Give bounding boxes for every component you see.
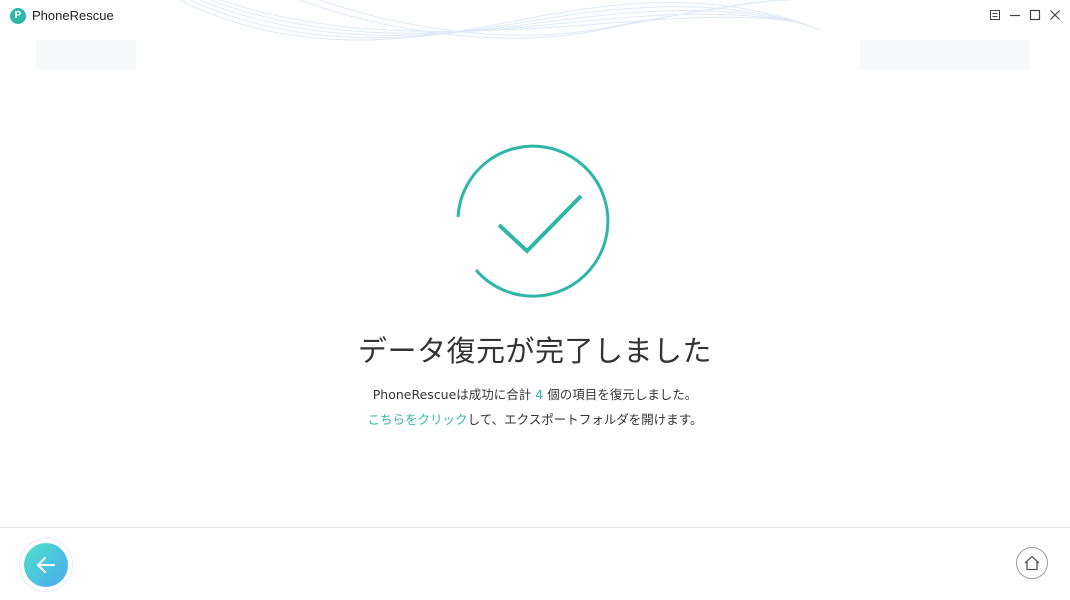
footer-divider	[0, 527, 1070, 528]
checkmark-circle-icon	[454, 141, 612, 299]
open-folder-suffix: して、エクスポートフォルダを開けます。	[467, 412, 703, 427]
app-logo: P	[10, 8, 26, 24]
summary-prefix: PhoneRescueは成功に合計	[372, 387, 536, 402]
close-icon[interactable]	[1047, 7, 1063, 23]
minimize-icon[interactable]	[1007, 7, 1023, 23]
app-title: PhoneRescue	[32, 8, 114, 23]
title-bar: P PhoneRescue	[0, 0, 1070, 32]
completion-heading: データ復元が完了しました	[357, 334, 712, 368]
summary-suffix: 個の項目を復元しました。	[543, 387, 698, 402]
menu-icon[interactable]	[987, 7, 1003, 23]
home-button[interactable]	[1016, 547, 1048, 579]
maximize-icon[interactable]	[1027, 7, 1043, 23]
open-export-folder-link[interactable]: こちらをクリック	[368, 412, 468, 427]
recovery-summary: PhoneRescueは成功に合計 4 個の項目を復元しました。	[0, 384, 1070, 403]
back-button[interactable]	[20, 539, 72, 591]
arrow-left-icon	[37, 557, 55, 573]
home-icon	[1024, 555, 1040, 571]
open-folder-line: こちらをクリックして、エクスポートフォルダを開けます。	[0, 409, 1070, 428]
